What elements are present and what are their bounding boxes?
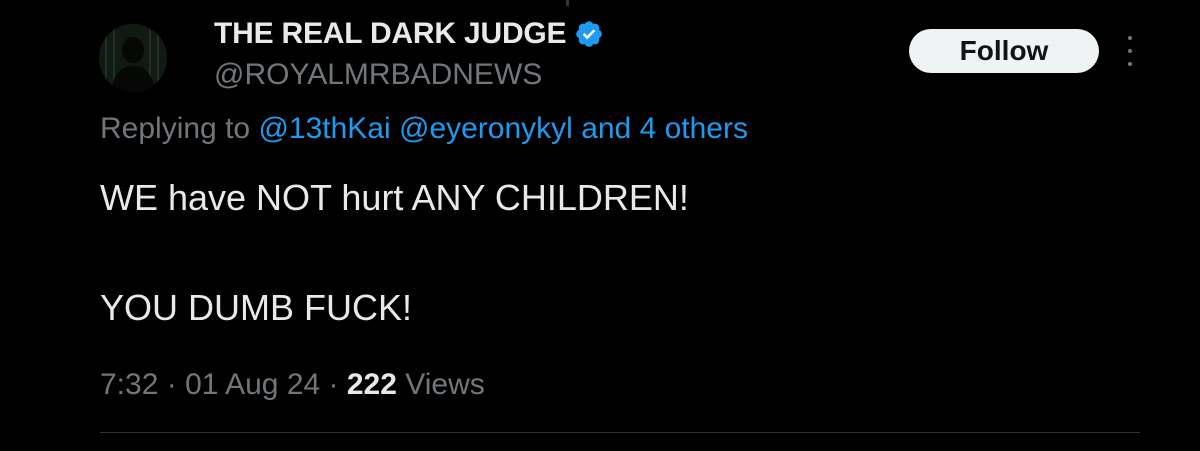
avatar[interactable]: [99, 24, 167, 92]
name-row: THE REAL DARK JUDGE: [214, 12, 604, 56]
mention-others[interactable]: and 4 others: [581, 112, 748, 145]
replying-to-line: Replying to @13thKai @eyeronykyl and 4 o…: [100, 112, 748, 146]
post-header: THE REAL DARK JUDGE @ROYALMRBADNEWS: [214, 12, 604, 92]
more-dot: [1128, 36, 1132, 40]
views-label: Views: [405, 368, 485, 401]
mention-13thkai[interactable]: @13thKai: [258, 112, 390, 145]
follow-button[interactable]: Follow: [909, 29, 1099, 73]
meta-separator: ·: [158, 368, 186, 401]
replying-prefix: Replying to: [100, 112, 251, 145]
author-handle[interactable]: @ROYALMRBADNEWS: [214, 58, 604, 92]
post-meta: 7:32 · 01 Aug 24 · 222 Views: [100, 368, 485, 402]
avatar-silhouette: [99, 24, 167, 92]
verified-badge-icon[interactable]: [574, 19, 604, 49]
thread-connector-line: [566, 0, 569, 6]
post-time[interactable]: 7:32: [100, 368, 158, 401]
meta-separator: ·: [320, 368, 347, 401]
views-count: 222: [346, 368, 397, 401]
mention-eyeronykyl[interactable]: @eyeronykyl: [399, 112, 573, 145]
more-options-icon[interactable]: [1120, 36, 1140, 66]
post-date[interactable]: 01 Aug 24: [185, 368, 320, 401]
post-text-line-2: YOU DUMB FUCK!: [100, 287, 413, 328]
divider: [100, 432, 1140, 433]
more-dot: [1128, 62, 1132, 66]
post-text-line-1: WE have NOT hurt ANY CHILDREN!: [100, 177, 689, 218]
more-dot: [1128, 49, 1132, 53]
author-display-name[interactable]: THE REAL DARK JUDGE: [214, 17, 567, 51]
